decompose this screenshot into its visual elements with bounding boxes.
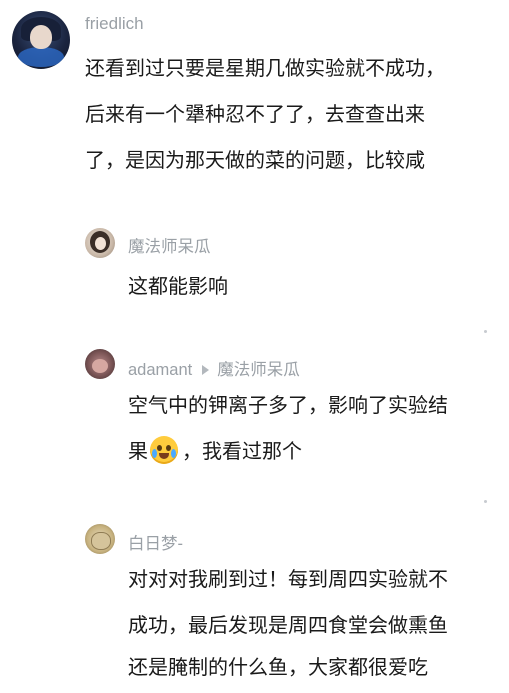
comment-text-line-2: 后来有一个犟种忍不了了，去查查出来 — [85, 102, 425, 126]
reply-text-line-3: 还是腌制的什么鱼，大家都很爱吃 — [128, 655, 428, 679]
avatar-face — [95, 237, 106, 250]
avatar-reply-2[interactable] — [85, 349, 115, 379]
avatar-detail — [92, 359, 108, 373]
reply-arrow-icon — [202, 364, 210, 375]
reply-text-line-1: 空气中的钾离子多了，影响了实验结 — [128, 393, 448, 417]
reply-text-line-2: 果 ，我看过那个 — [128, 428, 302, 474]
reply-text-segment: 果 — [128, 439, 148, 463]
reply-to-name[interactable]: 魔法师呆瓜 — [217, 361, 300, 379]
reply-author-line: adamant 魔法师呆瓜 — [128, 356, 300, 380]
comment-author-name[interactable]: friedlich — [85, 14, 144, 34]
avatar-reply-3[interactable] — [85, 524, 115, 554]
reply-text-line-1: 这都能影响 — [128, 274, 228, 298]
comment-text-line-3: 了，是因为那天做的菜的问题，比较咸 — [85, 148, 425, 172]
avatar-friedlich[interactable] — [12, 11, 70, 69]
reply-text-segment: ，我看过那个 — [182, 439, 302, 463]
reply-author-name[interactable]: 白日梦- — [128, 530, 183, 554]
avatar-face — [30, 25, 52, 49]
comment-text-line-1: 还看到过只要是星期几做实验就不成功， — [85, 56, 445, 80]
reply-author-name[interactable]: 魔法师呆瓜 — [128, 233, 211, 257]
divider-dot — [484, 500, 487, 503]
crying-laughing-emoji-icon — [150, 436, 178, 464]
reply-text-line-2: 成功，最后发现是周四食堂会做熏鱼 — [128, 613, 448, 637]
divider-dot — [484, 330, 487, 333]
reply-author-name[interactable]: adamant — [128, 361, 192, 379]
reply-text-line-1: 对对对我刷到过！每到周四实验就不 — [128, 567, 448, 591]
avatar-reply-1[interactable] — [85, 228, 115, 258]
avatar-detail — [91, 532, 111, 550]
avatar-glow — [18, 47, 64, 67]
